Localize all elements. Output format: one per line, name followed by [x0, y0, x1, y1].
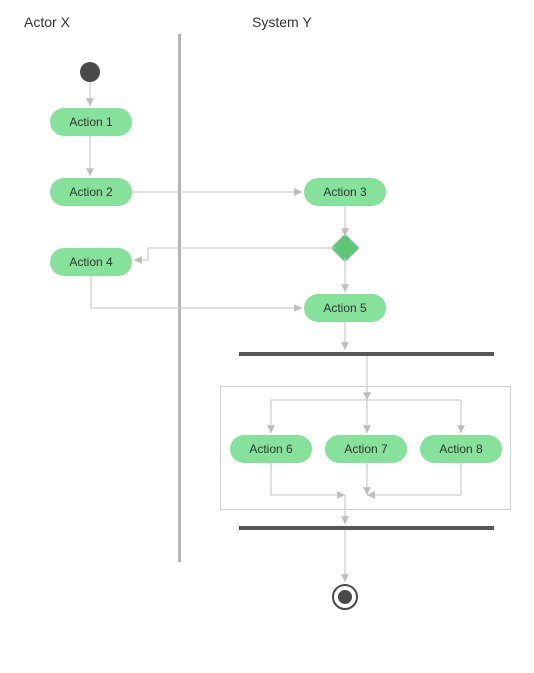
action-8: Action 8 [420, 435, 502, 463]
action-4: Action 4 [50, 248, 132, 276]
decision-node [331, 234, 359, 262]
action-3: Action 3 [304, 178, 386, 206]
lane-title-actor: Actor X [24, 14, 70, 30]
start-node [80, 62, 100, 82]
action-7: Action 7 [325, 435, 407, 463]
swimlane-divider [178, 34, 181, 562]
connectors [0, 0, 534, 673]
action-6: Action 6 [230, 435, 312, 463]
action-2: Action 2 [50, 178, 132, 206]
fork-bar [239, 352, 494, 356]
action-5: Action 5 [304, 294, 386, 322]
end-node [332, 584, 358, 610]
join-bar [239, 526, 494, 530]
action-1: Action 1 [50, 108, 132, 136]
lane-title-system: System Y [252, 14, 312, 30]
